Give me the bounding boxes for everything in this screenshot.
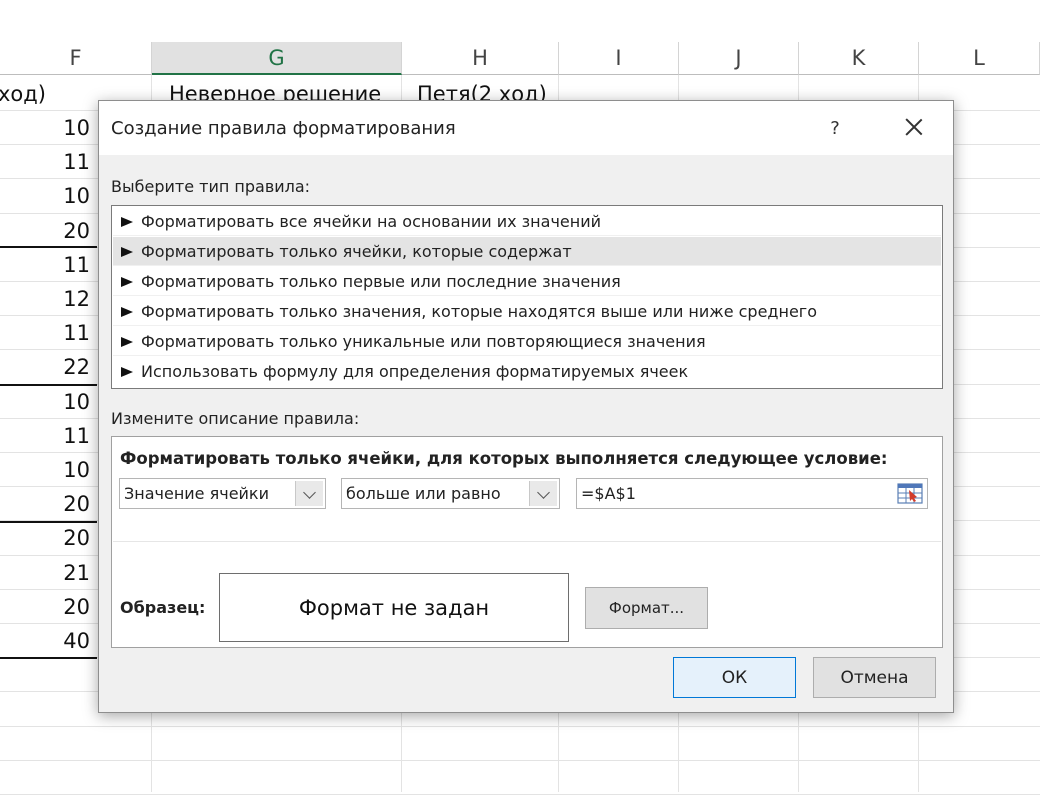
- cell-f-value[interactable]: 11: [0, 253, 96, 277]
- rule-type-item[interactable]: Форматировать только уникальные или повт…: [113, 327, 941, 356]
- cell-border: [0, 657, 97, 659]
- cell-f1[interactable]: ход): [0, 82, 46, 106]
- cell-value-select[interactable]: Значение ячейки: [119, 478, 326, 509]
- column-header-l[interactable]: L: [919, 42, 1040, 75]
- cell-f-value[interactable]: 22: [0, 355, 96, 379]
- column-header-g[interactable]: G: [152, 42, 402, 75]
- formula-input[interactable]: =$A$1: [576, 478, 928, 509]
- cell-f-value[interactable]: 20: [0, 492, 96, 516]
- preview-label: Образец:: [120, 598, 206, 617]
- condition-heading: Форматировать только ячейки, для которых…: [120, 449, 888, 468]
- help-button[interactable]: ?: [821, 115, 849, 143]
- ok-button[interactable]: ОК: [673, 657, 796, 698]
- chevron-down-icon[interactable]: [295, 481, 323, 506]
- rule-type-item[interactable]: Форматировать только значения, которые н…: [113, 297, 941, 326]
- rule-type-item-selected[interactable]: Форматировать только ячейки, которые сод…: [113, 237, 941, 266]
- cell-f-value[interactable]: 10: [0, 184, 96, 208]
- grid-line: [0, 759, 1040, 761]
- grid-line: [0, 725, 1040, 727]
- dialog-title-bar[interactable]: Создание правила форматирования ?: [99, 101, 953, 155]
- rule-type-item[interactable]: Форматировать все ячейки на основании их…: [113, 207, 941, 236]
- operator-select[interactable]: больше или равно: [341, 478, 560, 509]
- arrow-icon: [121, 246, 133, 257]
- cell-border: [0, 521, 97, 523]
- format-preview: Формат не задан: [219, 573, 569, 642]
- close-icon[interactable]: [899, 113, 929, 143]
- divider: [113, 541, 941, 542]
- dialog-title: Создание правила форматирования: [111, 118, 456, 139]
- chevron-down-icon[interactable]: [529, 481, 557, 506]
- format-button[interactable]: Формат...: [585, 587, 708, 629]
- arrow-icon: [121, 366, 133, 377]
- cell-f-value[interactable]: 11: [0, 321, 96, 345]
- edit-rule-description-label: Измените описание правила:: [111, 409, 360, 428]
- rule-type-item[interactable]: Форматировать только первые или последни…: [113, 267, 941, 296]
- new-formatting-rule-dialog: Создание правила форматирования ? Выбери…: [98, 100, 954, 713]
- arrow-icon: [121, 276, 133, 287]
- cell-border: [0, 384, 97, 386]
- arrow-icon: [121, 336, 133, 347]
- range-select-icon[interactable]: [895, 480, 925, 507]
- column-header-h[interactable]: H: [402, 42, 559, 75]
- cell-f-value[interactable]: 20: [0, 219, 96, 243]
- cell-f-value[interactable]: 40: [0, 629, 96, 653]
- rule-description-panel: Форматировать только ячейки, для которых…: [111, 436, 943, 648]
- formula-area: [0, 0, 1040, 43]
- cancel-button[interactable]: Отмена: [813, 657, 936, 698]
- column-header-f[interactable]: F: [0, 42, 152, 75]
- arrow-icon: [121, 216, 133, 227]
- cell-f-value[interactable]: 10: [0, 390, 96, 414]
- cell-f-value[interactable]: 20: [0, 526, 96, 550]
- select-rule-type-label: Выберите тип правила:: [111, 177, 311, 196]
- cell-border: [0, 246, 97, 248]
- cell-f-value[interactable]: 20: [0, 595, 96, 619]
- column-header-j[interactable]: J: [679, 42, 799, 75]
- cell-f-value[interactable]: 21: [0, 561, 96, 585]
- rule-type-item[interactable]: Использовать формулу для определения фор…: [113, 357, 941, 386]
- cell-f-value[interactable]: 11: [0, 424, 96, 448]
- cell-f-value[interactable]: 10: [0, 116, 96, 140]
- column-header-i[interactable]: I: [559, 42, 679, 75]
- cell-f-value[interactable]: 10: [0, 458, 96, 482]
- column-header-k[interactable]: K: [799, 42, 919, 75]
- cell-f-value[interactable]: 12: [0, 287, 96, 311]
- cell-f-value[interactable]: 11: [0, 150, 96, 174]
- rule-type-list[interactable]: Форматировать все ячейки на основании их…: [111, 205, 943, 389]
- arrow-icon: [121, 306, 133, 317]
